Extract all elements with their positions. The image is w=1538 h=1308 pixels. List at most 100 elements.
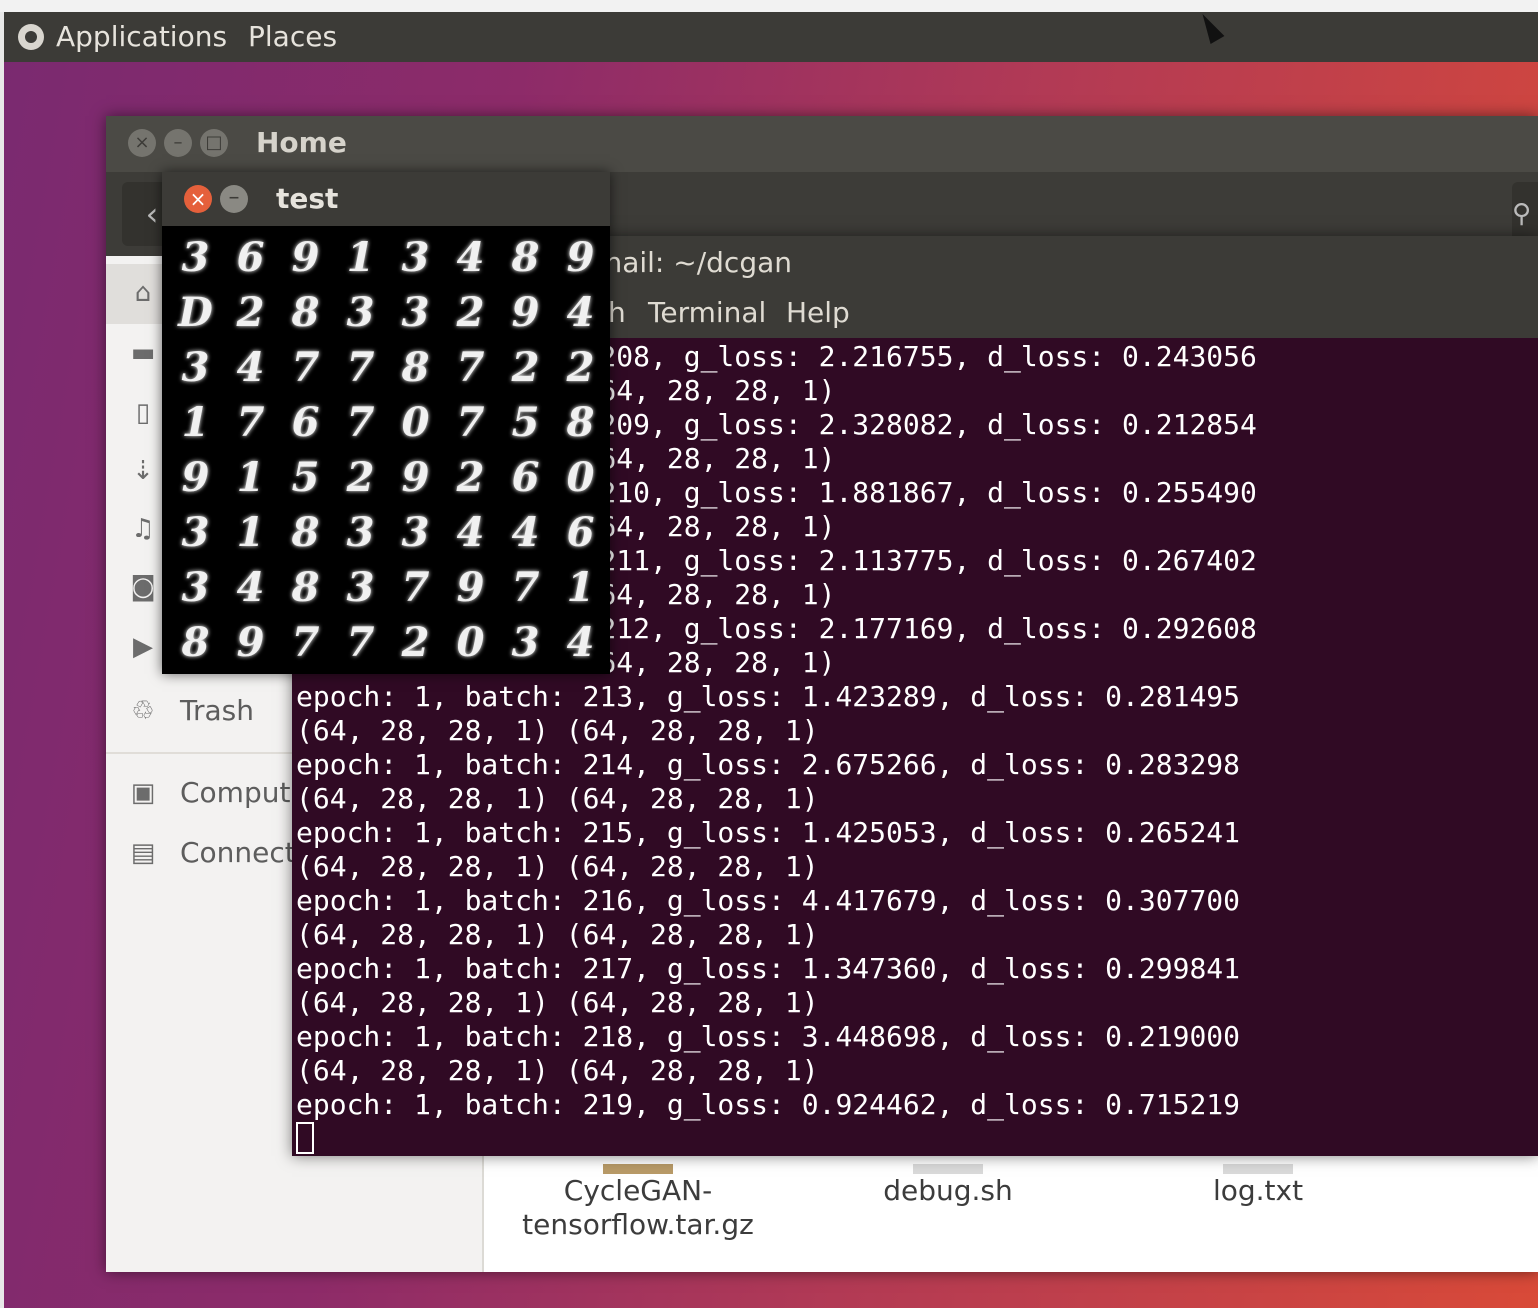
generated-digit: 3 — [511, 619, 540, 666]
generated-digit: 3 — [181, 344, 210, 391]
generated-digit: 7 — [236, 399, 265, 446]
terminal-line: (64, 28, 28, 1) (64, 28, 28, 1) — [296, 782, 819, 815]
generated-digit: 1 — [236, 509, 265, 556]
generated-digit: 6 — [291, 399, 320, 446]
home-close-button[interactable]: × — [128, 129, 156, 157]
generated-digit: 3 — [181, 509, 210, 556]
terminal-line: epoch: 1, batch: 216, g_loss: 4.417679, … — [296, 884, 1241, 917]
file-item[interactable]: CycleGAN- tensorflow.tar.gz — [508, 1164, 768, 1242]
generated-digit: 0 — [566, 454, 595, 501]
generated-digit: 8 — [291, 289, 320, 336]
generated-digit: 7 — [346, 619, 375, 666]
connect-icon: ▤ — [130, 838, 156, 868]
trash-icon: ♲ — [131, 696, 155, 726]
menu-search[interactable]: h — [608, 296, 626, 329]
generated-digit: 9 — [401, 454, 430, 501]
test-close-button[interactable]: × — [184, 185, 212, 213]
generated-digit: 8 — [511, 234, 540, 281]
download-icon: ⇣ — [132, 456, 154, 486]
generated-digit: 2 — [346, 454, 375, 501]
terminal-line: (64, 28, 28, 1) (64, 28, 28, 1) — [296, 1054, 819, 1087]
generated-digit: 4 — [236, 564, 265, 611]
home-maximize-button[interactable]: □ — [200, 129, 228, 157]
generated-digit: 0 — [456, 619, 485, 666]
generated-digit: 3 — [346, 509, 375, 556]
generated-digit: 2 — [566, 344, 595, 391]
terminal-line: epoch: 1, batch: 219, g_loss: 0.924462, … — [296, 1088, 1241, 1121]
generated-digit: 7 — [456, 344, 485, 391]
generated-digit: 4 — [456, 234, 485, 281]
video-icon: ▶ — [133, 632, 153, 662]
menu-terminal[interactable]: Terminal — [648, 296, 766, 329]
generated-digit: 7 — [346, 344, 375, 391]
generated-digit: 2 — [401, 619, 430, 666]
screen-left-edge — [0, 12, 4, 1308]
folder-icon: ▬ — [130, 338, 156, 368]
terminal-line: epoch: 1, batch: 218, g_loss: 3.448698, … — [296, 1020, 1241, 1053]
computer-icon: ▣ — [130, 778, 156, 808]
generated-digit: D — [178, 289, 213, 336]
generated-digit: 7 — [291, 344, 320, 391]
generated-digit: 3 — [401, 289, 430, 336]
generated-digit: 7 — [401, 564, 430, 611]
generated-digit: 3 — [346, 289, 375, 336]
generated-digit: 6 — [511, 454, 540, 501]
terminal-line: (64, 28, 28, 1) (64, 28, 28, 1) — [296, 714, 819, 747]
generated-digit: 9 — [511, 289, 540, 336]
generated-digit: 4 — [236, 344, 265, 391]
generated-digit: 6 — [566, 509, 595, 556]
menu-help[interactable]: Help — [786, 296, 850, 329]
file-item[interactable]: log.txt — [1128, 1164, 1388, 1208]
test-image-window: × – test 36913489D2833294347787221767075… — [162, 172, 610, 674]
music-icon: ♫ — [131, 514, 155, 544]
top-panel: Applications Places — [4, 12, 1538, 62]
generated-digit: 9 — [181, 454, 210, 501]
generated-digit: 3 — [401, 234, 430, 281]
generated-digit: 9 — [291, 234, 320, 281]
generated-digit: 2 — [456, 289, 485, 336]
generated-digit: 4 — [566, 619, 595, 666]
generated-digit: 1 — [346, 234, 375, 281]
generated-digit: 3 — [181, 564, 210, 611]
script-icon — [913, 1164, 983, 1174]
generated-digit: 7 — [346, 399, 375, 446]
home-titlebar: × – □ Home — [106, 116, 1538, 172]
home-icon: ⌂ — [134, 278, 152, 308]
places-menu[interactable]: Places — [248, 20, 337, 53]
generated-digit: 5 — [291, 454, 320, 501]
generated-digit: 4 — [456, 509, 485, 556]
ubuntu-logo-icon[interactable] — [18, 24, 44, 50]
applications-menu[interactable]: Applications — [56, 20, 227, 53]
generated-digit: 9 — [236, 619, 265, 666]
generated-digit: 5 — [511, 399, 540, 446]
camera-icon: ◙ — [130, 572, 156, 602]
terminal-line: (64, 28, 28, 1) (64, 28, 28, 1) — [296, 986, 819, 1019]
home-window-title: Home — [256, 126, 347, 159]
test-titlebar: × – test — [162, 172, 610, 226]
generated-digit: 1 — [236, 454, 265, 501]
generated-digit: 4 — [511, 509, 540, 556]
terminal-line: epoch: 1, batch: 214, g_loss: 2.675266, … — [296, 748, 1241, 781]
home-minimize-button[interactable]: – — [164, 129, 192, 157]
terminal-line: (64, 28, 28, 1) (64, 28, 28, 1) — [296, 918, 819, 951]
generated-digit: 3 — [401, 509, 430, 556]
generated-digit: 7 — [291, 619, 320, 666]
file-item[interactable]: debug.sh — [818, 1164, 1078, 1208]
generated-digit: 3 — [346, 564, 375, 611]
generated-digit: 3 — [181, 234, 210, 281]
generated-digit: 2 — [511, 344, 540, 391]
generated-digit: 9 — [456, 564, 485, 611]
text-file-icon — [1223, 1164, 1293, 1174]
generated-digit: 4 — [566, 289, 595, 336]
generated-digit: 8 — [181, 619, 210, 666]
terminal-line: epoch: 1, batch: 217, g_loss: 1.347360, … — [296, 952, 1241, 985]
generated-digit: 9 — [566, 234, 595, 281]
generated-digit: 6 — [236, 234, 265, 281]
test-minimize-button[interactable]: – — [220, 185, 248, 213]
terminal-cursor — [296, 1122, 314, 1154]
generated-digit: 1 — [181, 399, 210, 446]
generated-digit: 7 — [456, 399, 485, 446]
generated-digit: 2 — [456, 454, 485, 501]
generated-digit: 8 — [401, 344, 430, 391]
terminal-line: (64, 28, 28, 1) (64, 28, 28, 1) — [296, 850, 819, 883]
